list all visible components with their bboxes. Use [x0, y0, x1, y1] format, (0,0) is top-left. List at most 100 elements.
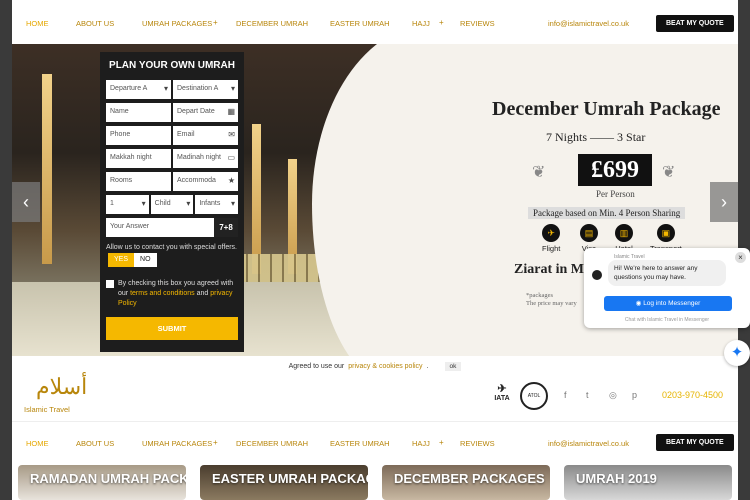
- madinah-nights-input[interactable]: Madinah night ▭: [173, 149, 238, 168]
- nav-december-umrah[interactable]: DECEMBER UMRAH: [236, 439, 308, 448]
- phone-number[interactable]: 0203-970-4500: [662, 390, 723, 400]
- nav-hajj[interactable]: HAJJ: [412, 19, 430, 28]
- package-note-line: The price may vary: [526, 300, 577, 307]
- atol-badge: ATOL: [520, 382, 548, 410]
- package-thumb[interactable]: UMRAH 2019: [564, 465, 732, 500]
- islamic-travel-logo[interactable]: أسلام Islamic Travel: [24, 374, 87, 416]
- hotel-icon: ▥: [615, 224, 633, 242]
- left-gutter: [0, 0, 12, 500]
- logo-text: Islamic Travel: [24, 405, 70, 414]
- contact-email-link[interactable]: info@islamictravel.co.uk: [548, 439, 629, 448]
- messenger-login-button[interactable]: ◉ Log into Messenger: [604, 296, 732, 311]
- nav-december-umrah[interactable]: DECEMBER UMRAH: [236, 19, 308, 28]
- envelope-icon: ✉: [228, 130, 235, 139]
- chevron-down-icon: ▾: [186, 199, 191, 208]
- thumb-label: DECEMBER PACKAGES: [394, 471, 545, 486]
- nav-home[interactable]: HOME: [26, 439, 49, 448]
- beat-my-quote-button[interactable]: BEAT MY QUOTE: [656, 434, 734, 451]
- submit-button[interactable]: SUBMIT: [106, 317, 238, 340]
- top-nav: HOME ABOUT US UMRAH PACKAGES + DECEMBER …: [12, 0, 738, 44]
- package-stars: 3 Star: [617, 130, 646, 144]
- plan-umrah-form: PLAN YOUR OWN UMRAH Departure A ▾ Destina…: [100, 52, 244, 352]
- departure-select[interactable]: Departure A ▾: [106, 80, 171, 99]
- sticky-nav: HOME ABOUT US UMRAH PACKAGES + DECEMBER …: [12, 421, 738, 465]
- cookie-bar: Agreed to use our privacy & cookies poli…: [12, 356, 738, 376]
- package-thumb[interactable]: EASTER UMRAH PACKAGES: [200, 465, 368, 500]
- hajj-expand-icon[interactable]: +: [439, 438, 444, 447]
- infants-select[interactable]: Infants ▾: [195, 195, 239, 214]
- destination-select[interactable]: Destination A ▾: [173, 80, 238, 99]
- umrah-packages-expand-icon[interactable]: +: [213, 438, 218, 447]
- depart-date-placeholder: Depart Date: [177, 108, 215, 115]
- passport-icon: ▤: [580, 224, 598, 242]
- slider-next-button[interactable]: ›: [710, 182, 738, 222]
- chevron-down-icon: ▾: [230, 84, 235, 93]
- nav-reviews[interactable]: REVIEWS: [460, 439, 495, 448]
- facebook-icon[interactable]: f: [564, 390, 567, 400]
- makkah-nights-input[interactable]: Makkah night: [106, 149, 171, 168]
- price-per-person: Per Person: [596, 189, 635, 199]
- email-input[interactable]: Email ✉: [173, 126, 238, 145]
- umrah-packages-expand-icon[interactable]: +: [213, 18, 218, 27]
- phone-input[interactable]: Phone: [106, 126, 171, 145]
- adults-select[interactable]: 1 ▾: [106, 195, 149, 214]
- twitter-icon[interactable]: t: [586, 390, 589, 400]
- star-icon: ★: [227, 176, 235, 185]
- yes-no-toggle: YES NO: [108, 253, 157, 267]
- madinah-nights-placeholder: Madinah night: [177, 154, 221, 161]
- logo-calligraphy-icon: أسلام: [36, 374, 88, 399]
- close-icon[interactable]: ×: [735, 252, 746, 263]
- instagram-icon[interactable]: ◎: [609, 390, 617, 401]
- separator-dash: ——: [590, 130, 618, 144]
- contact-email-link[interactable]: info@islamictravel.co.uk: [548, 19, 629, 28]
- package-nights: 7 Nights: [546, 130, 588, 144]
- package-thumb[interactable]: DECEMBER PACKAGES: [382, 465, 550, 500]
- chevron-down-icon: ▾: [141, 199, 146, 208]
- package-thumb[interactable]: RAMADAN UMRAH PACKAGES: [18, 465, 186, 500]
- yes-button[interactable]: YES: [108, 253, 135, 267]
- rooms-input[interactable]: Rooms: [106, 172, 171, 191]
- depart-date-input[interactable]: Depart Date ▦: [173, 103, 238, 122]
- feature-flight: ✈ Flight: [542, 224, 560, 253]
- nav-about-us[interactable]: ABOUT US: [76, 439, 114, 448]
- slider-prev-button[interactable]: ‹: [12, 182, 40, 222]
- thumb-label: RAMADAN UMRAH PACKAGES: [30, 471, 186, 486]
- flourish-left-icon: ❦: [532, 164, 546, 181]
- child-select[interactable]: Child ▾: [150, 195, 194, 214]
- nav-home[interactable]: HOME: [26, 19, 49, 28]
- iata-badge: ✈ IATA: [484, 382, 520, 412]
- nav-easter-umrah[interactable]: EASTER UMRAH: [330, 19, 390, 28]
- minaret: [252, 124, 261, 274]
- package-price: £699: [578, 154, 652, 186]
- thumb-label: EASTER UMRAH PACKAGES: [212, 471, 368, 486]
- nav-umrah-packages[interactable]: UMRAH PACKAGES: [142, 439, 212, 448]
- iata-globe-icon: ✈: [497, 383, 507, 395]
- terms-link[interactable]: terms and conditions: [130, 290, 195, 297]
- captcha-answer-input[interactable]: Your Answer 7+8: [106, 218, 238, 237]
- package-note: *packages The price may vary: [526, 292, 577, 308]
- contact-consent-text: Allow us to contact you with special off…: [106, 244, 237, 251]
- minaret: [42, 74, 52, 264]
- nav-easter-umrah[interactable]: EASTER UMRAH: [330, 439, 390, 448]
- name-input[interactable]: Name: [106, 103, 171, 122]
- nav-reviews[interactable]: REVIEWS: [460, 19, 495, 28]
- nav-about-us[interactable]: ABOUT US: [76, 19, 114, 28]
- package-duration: 7 Nights —— 3 Star: [546, 130, 645, 145]
- destination-value: Destination A: [177, 85, 219, 92]
- messenger-bubble-icon[interactable]: ✦: [724, 340, 750, 366]
- nav-hajj[interactable]: HAJJ: [412, 439, 430, 448]
- cookie-text: Agreed to use our: [288, 362, 345, 370]
- brand-bar: أسلام Islamic Travel ✈ IATA ATOL f t ◎ p …: [12, 374, 738, 421]
- no-button[interactable]: NO: [134, 253, 157, 267]
- cookie-ok-button[interactable]: ok: [444, 361, 462, 371]
- hajj-expand-icon[interactable]: +: [439, 18, 444, 27]
- bed-icon: ▭: [227, 153, 235, 162]
- beat-my-quote-button[interactable]: BEAT MY QUOTE: [656, 15, 734, 32]
- accommodation-select[interactable]: Accommoda ★: [173, 172, 238, 191]
- terms-checkbox[interactable]: [106, 280, 114, 288]
- pinterest-icon[interactable]: p: [632, 390, 637, 400]
- terms-and: and: [196, 290, 209, 297]
- calendar-icon: ▦: [227, 107, 235, 116]
- nav-umrah-packages[interactable]: UMRAH PACKAGES: [142, 19, 212, 28]
- privacy-cookies-link[interactable]: privacy & cookies policy: [348, 363, 422, 370]
